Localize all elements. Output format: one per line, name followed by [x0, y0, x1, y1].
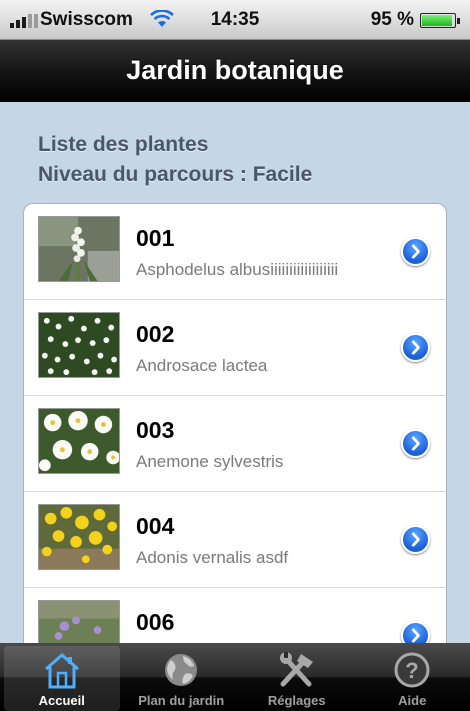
tab-label: Aide: [398, 693, 427, 708]
tab-reglages[interactable]: Réglages: [239, 643, 355, 711]
tools-icon: [275, 650, 319, 690]
plant-thumbnail: [38, 504, 120, 570]
plant-thumbnail: [38, 312, 120, 378]
plant-thumbnail: [38, 216, 120, 282]
disclosure-button-icon[interactable]: [401, 525, 430, 554]
svg-text:?: ?: [406, 658, 419, 683]
tab-bar: Accueil Plan du jardin Réglages ? Aide: [0, 643, 470, 711]
list-title: Liste des plantes: [38, 133, 209, 156]
page-title: Jardin botanique: [126, 55, 344, 85]
plant-number: 004: [136, 513, 175, 539]
section-header: Liste des plantes Niveau du parcours : F…: [38, 130, 312, 190]
tab-label: Plan du jardin: [138, 693, 225, 708]
difficulty-level: Niveau du parcours : Facile: [38, 163, 313, 186]
tab-label: Réglages: [267, 693, 326, 708]
plant-number: 002: [136, 321, 175, 347]
plant-number: 006: [136, 609, 175, 635]
tab-aide[interactable]: ? Aide: [355, 643, 470, 711]
plant-number: 003: [136, 417, 175, 443]
plant-row[interactable]: 002 Androsace lactea: [24, 300, 446, 396]
help-icon: ?: [390, 650, 434, 690]
tab-plan-du-jardin[interactable]: Plan du jardin: [124, 643, 240, 711]
tab-label: Accueil: [38, 693, 85, 708]
plant-name: Adonis vernalis asdf: [136, 548, 289, 567]
tab-accueil[interactable]: Accueil: [4, 646, 120, 711]
plant-row[interactable]: 003 Anemone sylvestris: [24, 396, 446, 492]
plant-list: 001 Asphodelus albusiiiiiiiiiiiiiiiiii 0…: [23, 203, 447, 663]
disclosure-button-icon[interactable]: [401, 429, 430, 458]
plant-row[interactable]: 004 Adonis vernalis asdf: [24, 492, 446, 588]
plant-name: Asphodelus albusiiiiiiiiiiiiiiiiii: [136, 260, 339, 279]
globe-icon: [159, 650, 203, 690]
disclosure-button-icon[interactable]: [401, 333, 430, 362]
plant-thumbnail: [38, 408, 120, 474]
navigation-bar: Jardin botanique: [0, 40, 470, 102]
home-icon: [40, 650, 84, 690]
plant-row[interactable]: 001 Asphodelus albusiiiiiiiiiiiiiiiiii: [24, 204, 446, 300]
battery-icon: [420, 13, 460, 28]
plant-name: Androsace lactea: [136, 356, 268, 375]
battery-percentage: 95 %: [370, 9, 414, 30]
disclosure-button-icon[interactable]: [401, 237, 430, 266]
plant-number: 001: [136, 225, 175, 251]
plant-name: Anemone sylvestris: [136, 452, 284, 471]
status-bar: Swisscom 14:35 95 %: [0, 0, 470, 40]
